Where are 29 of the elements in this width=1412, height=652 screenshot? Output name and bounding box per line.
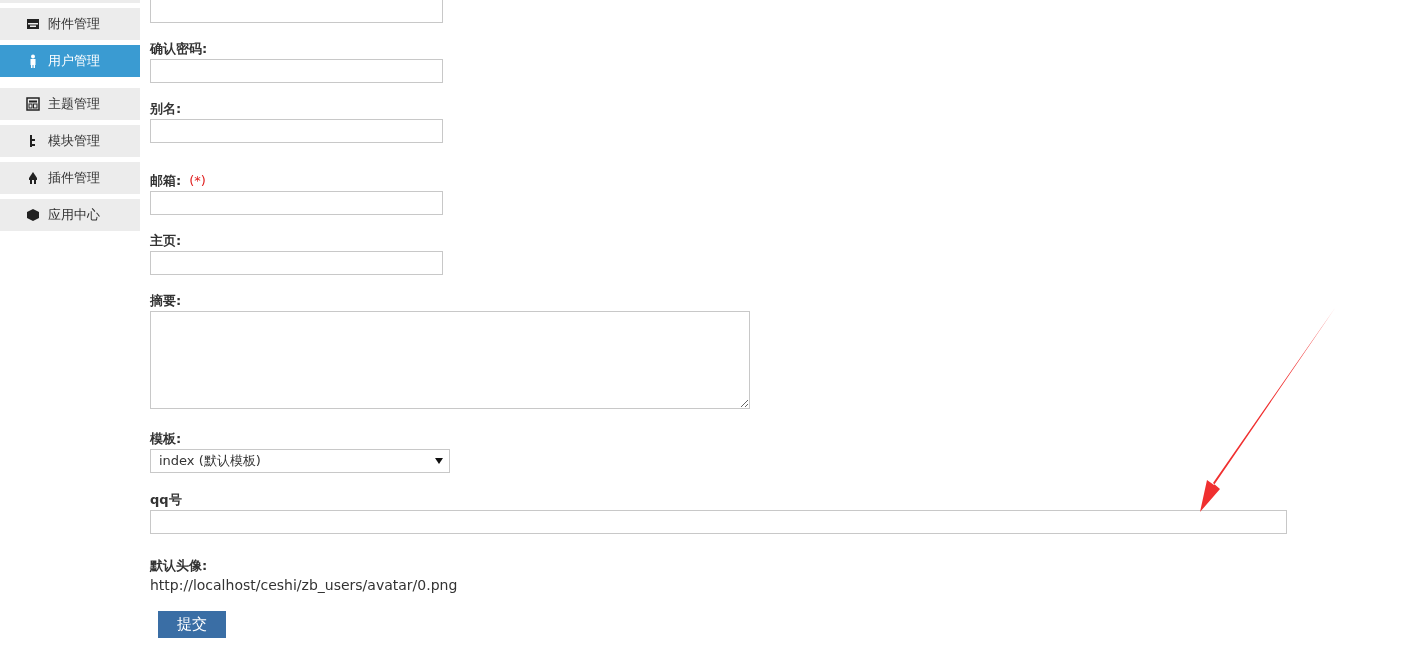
- dropdown-caret-icon: [435, 458, 443, 464]
- archive-icon: [26, 17, 40, 31]
- input-field[interactable]: [150, 119, 443, 143]
- cube-icon: [26, 208, 40, 222]
- field-label: 邮箱:: [150, 174, 182, 188]
- field-label: 主页:: [150, 234, 182, 248]
- field-label: qq号: [150, 493, 182, 507]
- input-field[interactable]: [150, 251, 443, 275]
- sidebar-item[interactable]: 应用中心: [0, 199, 140, 231]
- input-field[interactable]: [150, 510, 1287, 534]
- input-field[interactable]: [150, 59, 443, 83]
- field-label: 默认头像:: [150, 559, 208, 573]
- layout-icon: [26, 97, 40, 111]
- submit-button[interactable]: 提交: [158, 611, 226, 638]
- sidebar-item[interactable]: 模块管理: [0, 125, 140, 157]
- field-label: 别名:: [150, 102, 182, 116]
- text-area[interactable]: [150, 311, 750, 409]
- plug-icon: [26, 171, 40, 185]
- template-select[interactable]: index (默认模板): [150, 449, 450, 473]
- input-field[interactable]: [150, 0, 443, 23]
- field-label: 模板:: [150, 432, 182, 446]
- sidebar-item[interactable]: 主题管理: [0, 88, 140, 120]
- input-field[interactable]: [150, 191, 443, 215]
- required-mark: (*): [189, 174, 206, 188]
- field-label: 确认密码:: [150, 42, 208, 56]
- sidebar-item[interactable]: 插件管理: [0, 162, 140, 194]
- avatar-url: http://localhost/ceshi/zb_users/avatar/0.png: [150, 577, 458, 593]
- field-label: 摘要:: [150, 294, 182, 308]
- sidebar-item[interactable]: 附件管理: [0, 8, 140, 40]
